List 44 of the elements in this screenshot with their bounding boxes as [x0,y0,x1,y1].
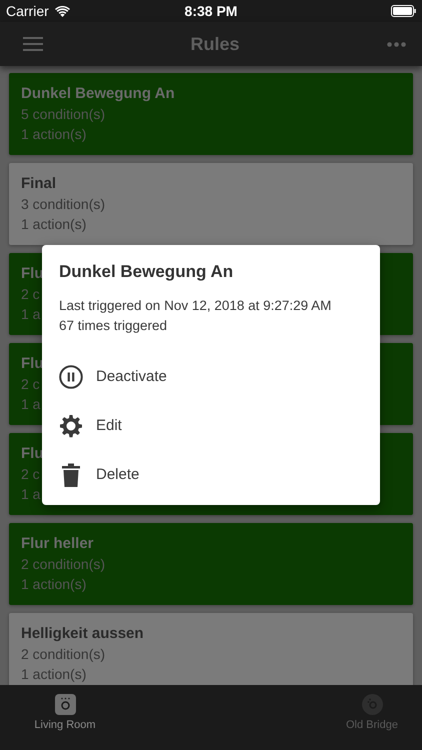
menu-icon[interactable] [23,37,43,51]
condition-count: 2 condition(s) [21,645,106,664]
action-count: 1 action(s) [21,575,86,594]
battery-icon [390,5,416,17]
action-count: 1 a [21,305,40,324]
rule-name: Flu [21,354,44,374]
dialog-action[interactable]: Delete [59,450,363,499]
tab-item[interactable]: Living Room [25,685,105,750]
screen-title: Rules [190,34,240,54]
rule-card[interactable]: Flur heller 2 condition(s) 1 action(s) [9,523,413,605]
pause-icon [59,364,83,388]
rule-name: Flu [21,444,44,464]
rule-name: Dunkel Bewegung An [21,84,175,104]
carrier-label: Carrier [6,3,49,19]
dialog-title: Dunkel Bewegung An [59,261,234,283]
condition-count: 5 condition(s) [21,105,106,124]
condition-count: 2 condition(s) [21,555,106,574]
action-count: 1 action(s) [21,665,86,684]
rule-name: Helligkeit aussen [21,624,144,644]
rule-name: Final [21,174,56,194]
dialog-action[interactable]: Edit [59,401,363,450]
action-count: 1 a [21,395,40,414]
clock-time: 8:38 PM [184,3,238,19]
rule-name: Flur heller [21,534,94,554]
rule-card[interactable]: Dunkel Bewegung An 5 condition(s) 1 action(s) [9,73,413,155]
tab-item[interactable]: Old Bridge [332,685,412,750]
condition-count: 3 condition(s) [21,195,106,214]
detail-text: Last triggered on Nov 12, 2018 at 9:27:29 AM [59,297,332,315]
condition-count: 2 c [21,285,40,304]
rule-card[interactable]: Final 3 condition(s) 1 action(s) [9,163,413,245]
detail-text: 67 times triggered [59,317,168,335]
condition-count: 2 c [21,465,40,484]
dialog-action[interactable]: Deactivate [59,352,363,401]
trash-icon [62,462,80,486]
more-icon[interactable] [387,42,406,46]
rule-name: Flu [21,264,44,284]
action-count: 1 a [21,485,40,504]
rule-card[interactable]: Helligkeit aussen 2 condition(s) 1 action(s) [9,613,413,685]
condition-count: 2 c [21,375,40,394]
wifi-icon [54,6,70,16]
speaker-icon [54,694,76,715]
action-count: 1 action(s) [21,125,86,144]
action-count: 1 action(s) [21,215,86,234]
gear-icon [59,414,83,438]
